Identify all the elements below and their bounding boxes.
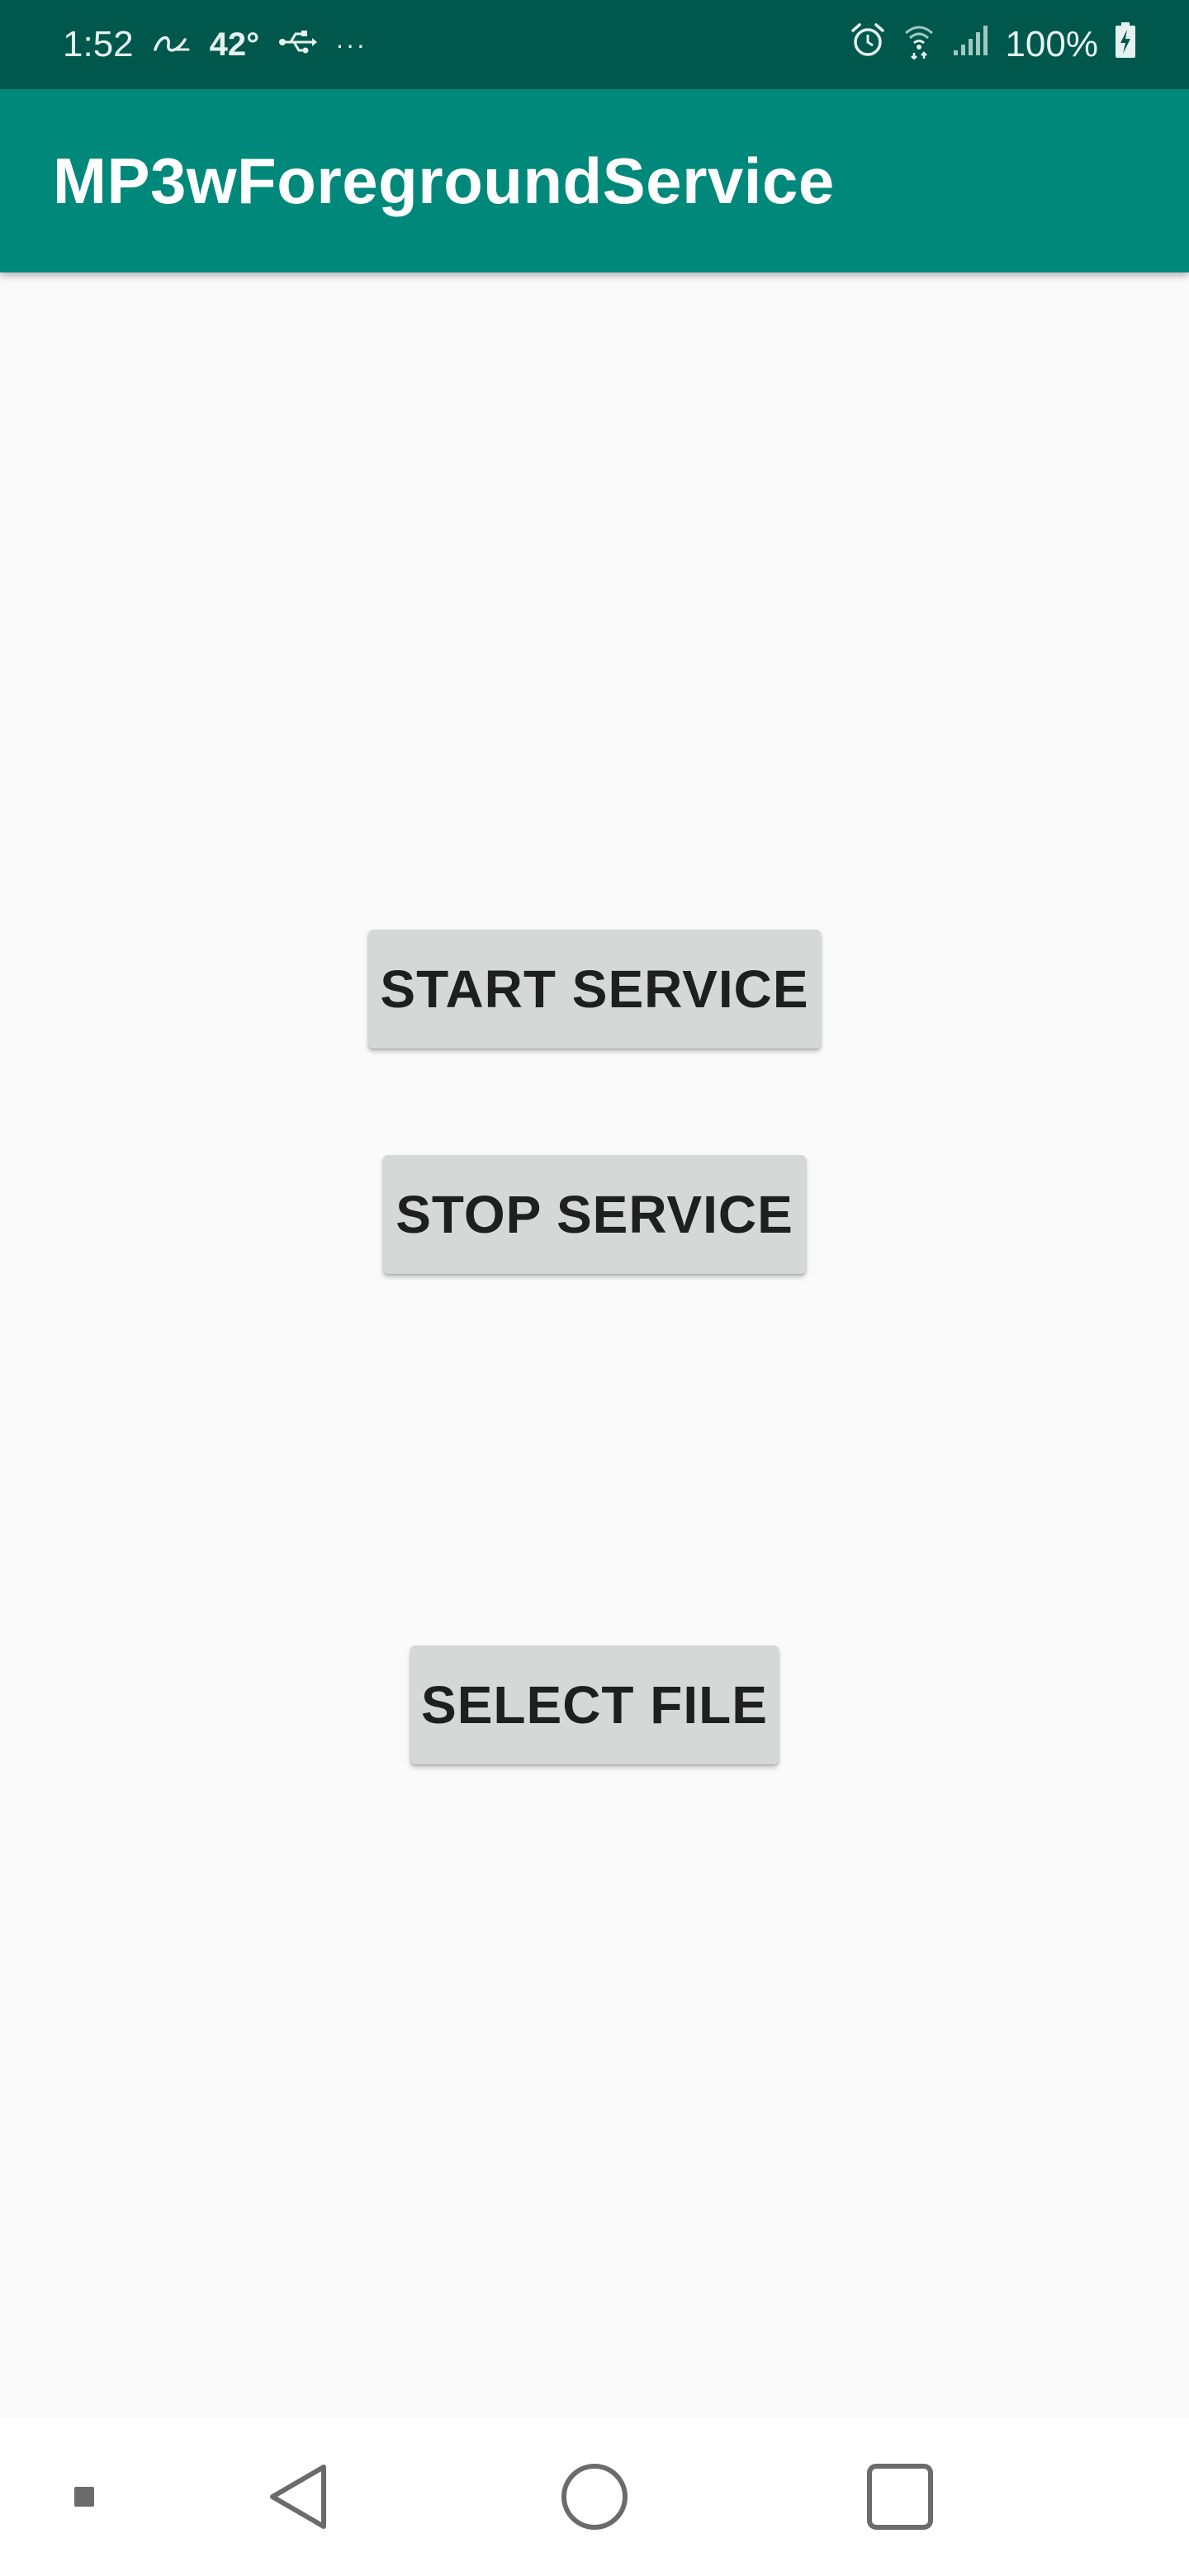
back-icon[interactable] xyxy=(248,2417,347,2576)
status-time: 1:52 xyxy=(63,24,134,64)
status-more: ··· xyxy=(335,29,367,59)
screen: 1:52 42° ··· 100% MP3wForegroundService … xyxy=(0,0,1189,2576)
app-title: MP3wForegroundService xyxy=(53,144,835,217)
signal-icon xyxy=(952,24,988,66)
wifi-icon xyxy=(902,21,936,69)
usb-icon xyxy=(277,24,318,65)
link-icon xyxy=(152,24,192,65)
stop-service-button[interactable]: STOP SERVICE xyxy=(383,1155,806,1274)
status-right: 100% xyxy=(833,21,1136,69)
start-service-button[interactable]: START SERVICE xyxy=(368,930,821,1049)
navigation-bar xyxy=(0,2417,1189,2576)
battery-charging-icon xyxy=(1115,21,1136,68)
app-bar: MP3wForegroundService xyxy=(0,89,1189,272)
status-left: 1:52 42° ··· xyxy=(63,24,385,65)
home-icon[interactable] xyxy=(545,2417,644,2576)
alarm-icon xyxy=(850,22,886,68)
recent-apps-icon[interactable] xyxy=(850,2417,950,2576)
status-bar: 1:52 42° ··· 100% xyxy=(0,0,1189,89)
nav-dot-icon[interactable] xyxy=(50,2417,119,2576)
battery-percent: 100% xyxy=(1005,24,1098,64)
status-temperature: 42° xyxy=(209,26,260,63)
select-file-button[interactable]: SELECT FILE xyxy=(410,1646,779,1764)
